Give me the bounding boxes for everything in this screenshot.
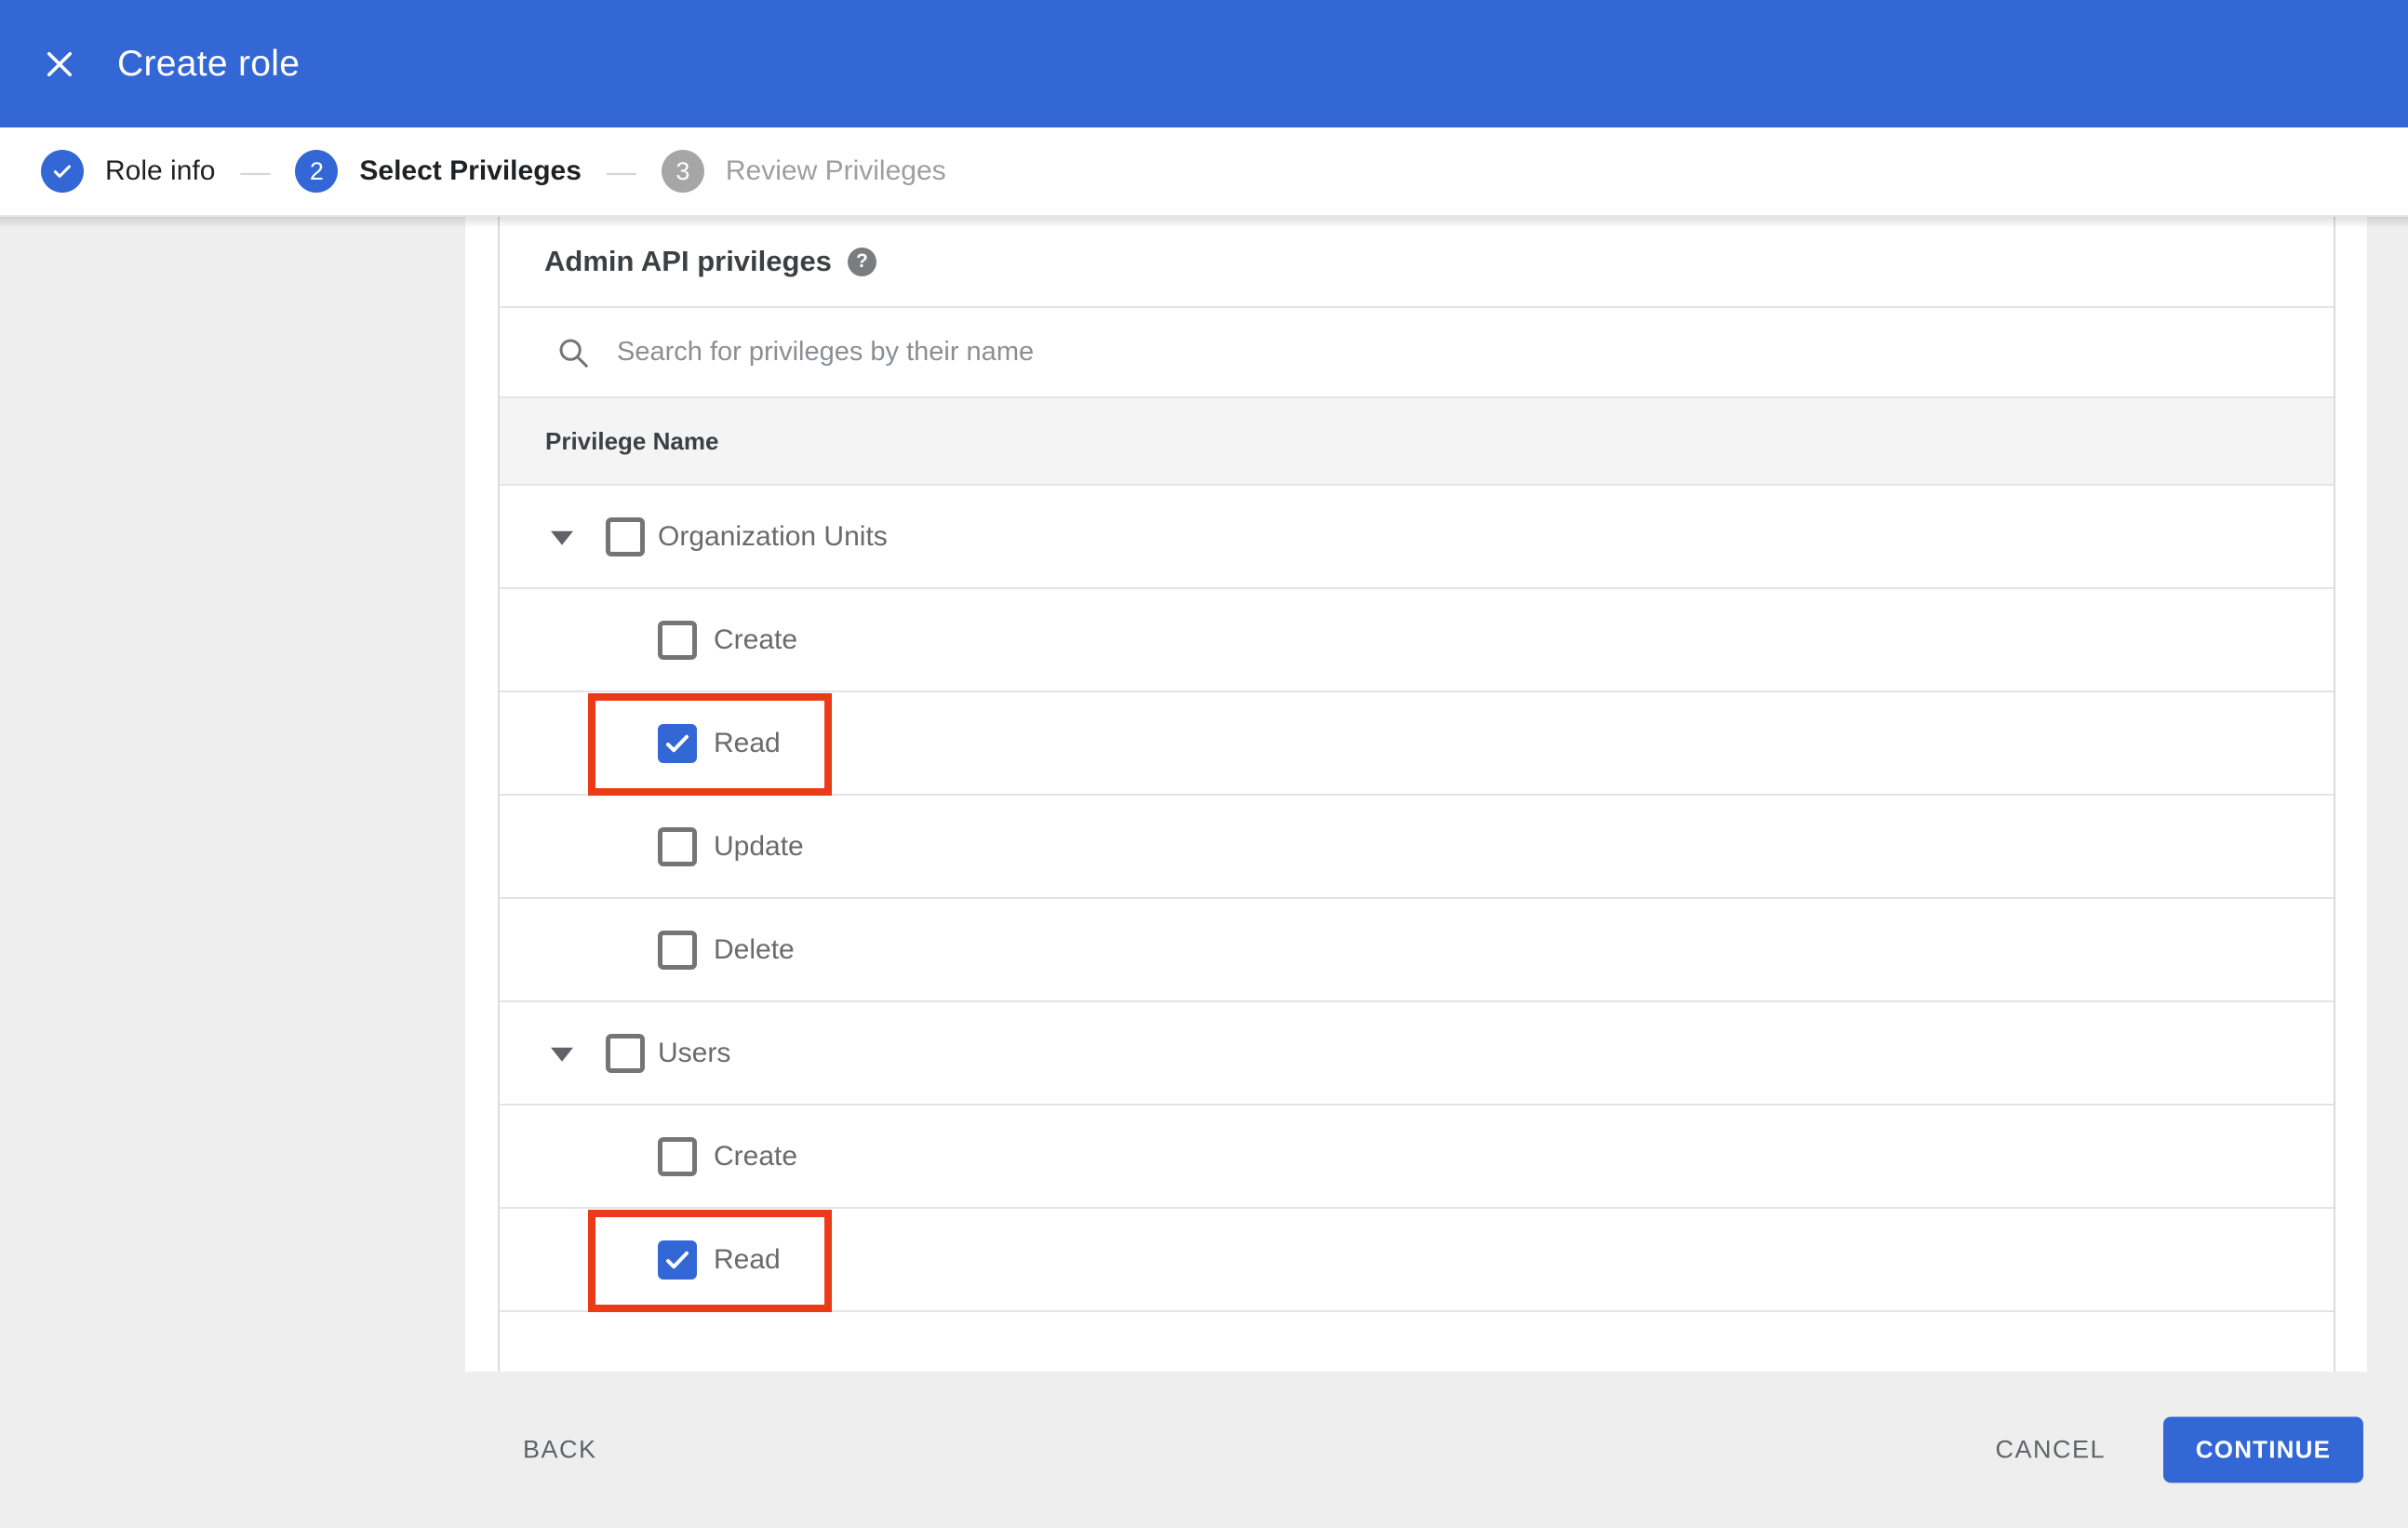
privilege-checkbox[interactable] <box>658 1240 697 1280</box>
checkmark-icon <box>666 734 689 752</box>
search-row <box>500 308 2334 398</box>
privilege-checkbox[interactable] <box>658 1136 697 1176</box>
privilege-label: Update <box>714 830 804 862</box>
step-label: Role info <box>105 155 216 186</box>
privilege-checkbox[interactable] <box>658 620 697 660</box>
table-row: Organization Units <box>500 486 2334 589</box>
privilege-rows: Organization Units Create Read Update De… <box>500 486 2334 1312</box>
privilege-label: Read <box>714 1243 781 1275</box>
privilege-name-column-header: Privilege Name <box>545 426 719 455</box>
privileges-table: Admin API privileges ? Privilege Name Or… <box>498 217 2335 1528</box>
table-row: Read <box>500 1209 2334 1312</box>
table-row: Users <box>500 1002 2334 1106</box>
collapse-arrow-icon[interactable] <box>551 530 573 545</box>
cancel-button[interactable]: CANCEL <box>1995 1436 2106 1465</box>
privileges-card: Admin API privileges ? Privilege Name Or… <box>465 217 2367 1528</box>
footer-bar: BACK CANCEL CONTINUE <box>0 1372 2408 1528</box>
step-complete-check-icon <box>41 150 84 193</box>
privilege-checkbox[interactable] <box>606 1033 645 1073</box>
table-row: Read <box>500 692 2334 796</box>
table-header-row: Privilege Name <box>500 398 2334 486</box>
continue-button[interactable]: CONTINUE <box>2163 1416 2363 1483</box>
table-row: Delete <box>500 899 2334 1002</box>
privilege-checkbox[interactable] <box>606 516 645 556</box>
dialog-title: Create role <box>117 43 301 84</box>
section-heading: Admin API privileges <box>544 245 832 277</box>
main-area: Admin API privileges ? Privilege Name Or… <box>0 217 2408 1528</box>
privilege-label: Read <box>714 727 781 758</box>
close-x-glyph <box>47 51 73 76</box>
close-icon[interactable] <box>41 46 78 83</box>
privilege-label: Create <box>714 1140 798 1172</box>
search-input[interactable] <box>615 336 1918 369</box>
table-row: Update <box>500 796 2334 899</box>
step-label: Select Privileges <box>359 155 582 186</box>
privilege-checkbox[interactable] <box>658 826 697 866</box>
step-number-badge: 2 <box>295 150 339 193</box>
checkmark-icon <box>666 1251 689 1268</box>
footer-actions: CANCEL CONTINUE <box>1995 1416 2363 1483</box>
section-heading-row: Admin API privileges ? <box>500 217 2334 308</box>
step-number-badge: 3 <box>661 150 704 193</box>
back-button[interactable]: BACK <box>523 1436 597 1465</box>
highlight-annotation-box <box>588 1210 832 1312</box>
step-select-privileges[interactable]: 2 Select Privileges <box>295 150 582 193</box>
step-label: Review Privileges <box>725 155 946 186</box>
search-icon <box>559 339 588 368</box>
privilege-label: Users <box>658 1037 731 1068</box>
table-row: Create <box>500 589 2334 692</box>
appbar: Create role <box>0 0 2408 127</box>
step-role-info[interactable]: Role info <box>41 150 215 193</box>
table-row: Create <box>500 1106 2334 1209</box>
collapse-arrow-icon[interactable] <box>551 1047 573 1062</box>
privilege-label: Delete <box>714 933 795 965</box>
privilege-checkbox[interactable] <box>658 723 697 763</box>
privilege-checkbox[interactable] <box>658 930 697 970</box>
help-icon[interactable]: ? <box>847 247 876 276</box>
highlight-annotation-box <box>588 693 832 796</box>
stepper: Role info — 2 Select Privileges — 3 Revi… <box>0 127 2408 217</box>
step-connector: — <box>240 154 271 188</box>
privilege-label: Create <box>714 623 798 655</box>
step-review-privileges[interactable]: 3 Review Privileges <box>661 150 946 193</box>
step-connector: — <box>606 154 636 188</box>
privilege-label: Organization Units <box>658 520 888 552</box>
